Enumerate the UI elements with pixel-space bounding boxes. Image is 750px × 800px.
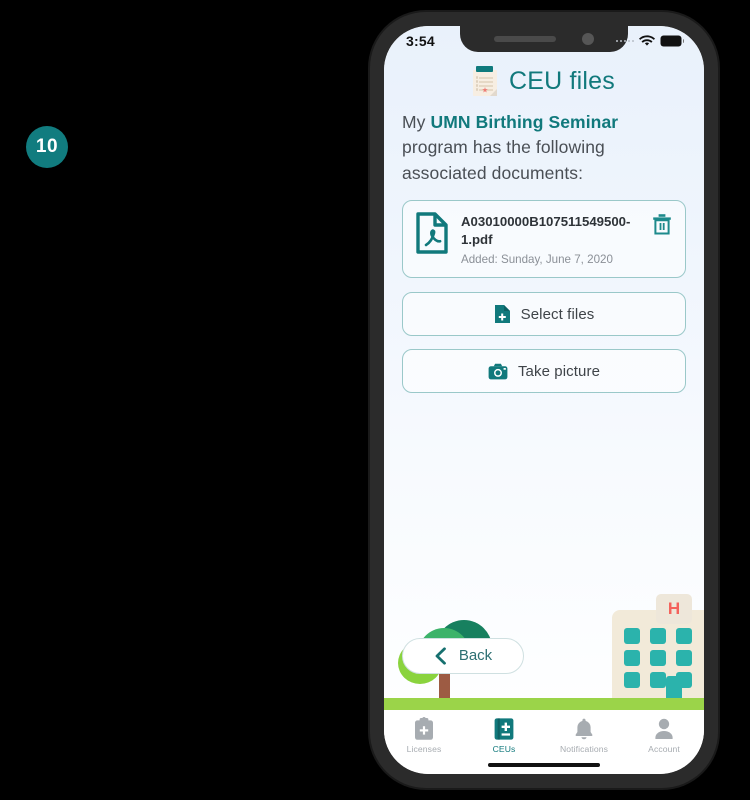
battery-icon: [660, 35, 684, 47]
phone-frame: 3:54 CEU files My UMN Birthing Seminar p…: [370, 12, 718, 788]
step-badge-number: 10: [35, 136, 59, 157]
app-header: CEU files: [384, 56, 704, 110]
phone-inner-bezel: 3:54 CEU files My UMN Birthing Seminar p…: [384, 26, 704, 774]
main-content: My UMN Birthing Seminar program has the …: [384, 110, 704, 710]
hospital-sign: H: [656, 593, 692, 624]
file-add-icon: [494, 305, 510, 324]
tab-notifications[interactable]: Notifications: [544, 717, 624, 754]
tab-licenses-label: Licenses: [406, 743, 442, 754]
status-bar: 3:54: [384, 26, 704, 56]
file-meta: A03010000B107511549500-1.pdf Added: Sund…: [461, 212, 639, 266]
trash-icon[interactable]: [651, 212, 673, 236]
status-time: 3:54: [406, 33, 435, 49]
file-name: A03010000B107511549500-1.pdf: [461, 214, 631, 248]
home-indicator: [488, 762, 600, 767]
tab-account[interactable]: Account: [624, 717, 704, 754]
tab-ceus-label: CEUs: [492, 743, 516, 754]
clipboard-plus-icon: [415, 716, 433, 740]
cellular-dots-icon: [615, 39, 634, 43]
take-picture-label: Take picture: [517, 362, 601, 380]
file-added-date: Added: Sunday, June 7, 2020: [461, 253, 613, 267]
tab-notifications-label: Notifications: [559, 743, 609, 754]
tab-licenses[interactable]: Licenses: [384, 716, 464, 754]
program-name: UMN Birthing Seminar: [430, 112, 619, 132]
book-plus-icon: [494, 717, 514, 740]
select-files-button[interactable]: Select files: [402, 292, 686, 337]
file-card[interactable]: A03010000B107511549500-1.pdf Added: Sund…: [402, 200, 686, 279]
page-title: CEU files: [509, 66, 615, 95]
intro-before: My: [402, 112, 431, 132]
hospital-building-illustration: H: [612, 593, 704, 698]
wifi-icon: [639, 35, 655, 46]
select-files-label: Select files: [520, 305, 595, 323]
take-picture-button[interactable]: Take picture: [402, 349, 686, 394]
intro-text: My UMN Birthing Seminar program has the …: [402, 110, 686, 186]
tab-account-label: Account: [648, 743, 680, 754]
person-icon: [655, 718, 673, 739]
back-button[interactable]: Back: [402, 637, 524, 674]
bell-icon: [575, 718, 593, 739]
tab-bar-top-accent: [384, 706, 704, 710]
camera-icon: [488, 363, 508, 380]
tab-ceus[interactable]: CEUs: [464, 717, 544, 754]
pdf-file-icon: [415, 212, 449, 254]
intro-after: program has the following associated doc…: [402, 137, 605, 183]
app-screen: 3:54 CEU files My UMN Birthing Seminar p…: [384, 26, 704, 774]
notepad-icon: [473, 66, 497, 96]
step-badge: 10: [26, 126, 68, 168]
back-button-label: Back: [458, 647, 493, 664]
chevron-left-icon: [435, 646, 446, 665]
status-indicators: [615, 35, 684, 47]
bottom-tab-bar: Licenses CEUs Notifications Account: [384, 706, 704, 754]
